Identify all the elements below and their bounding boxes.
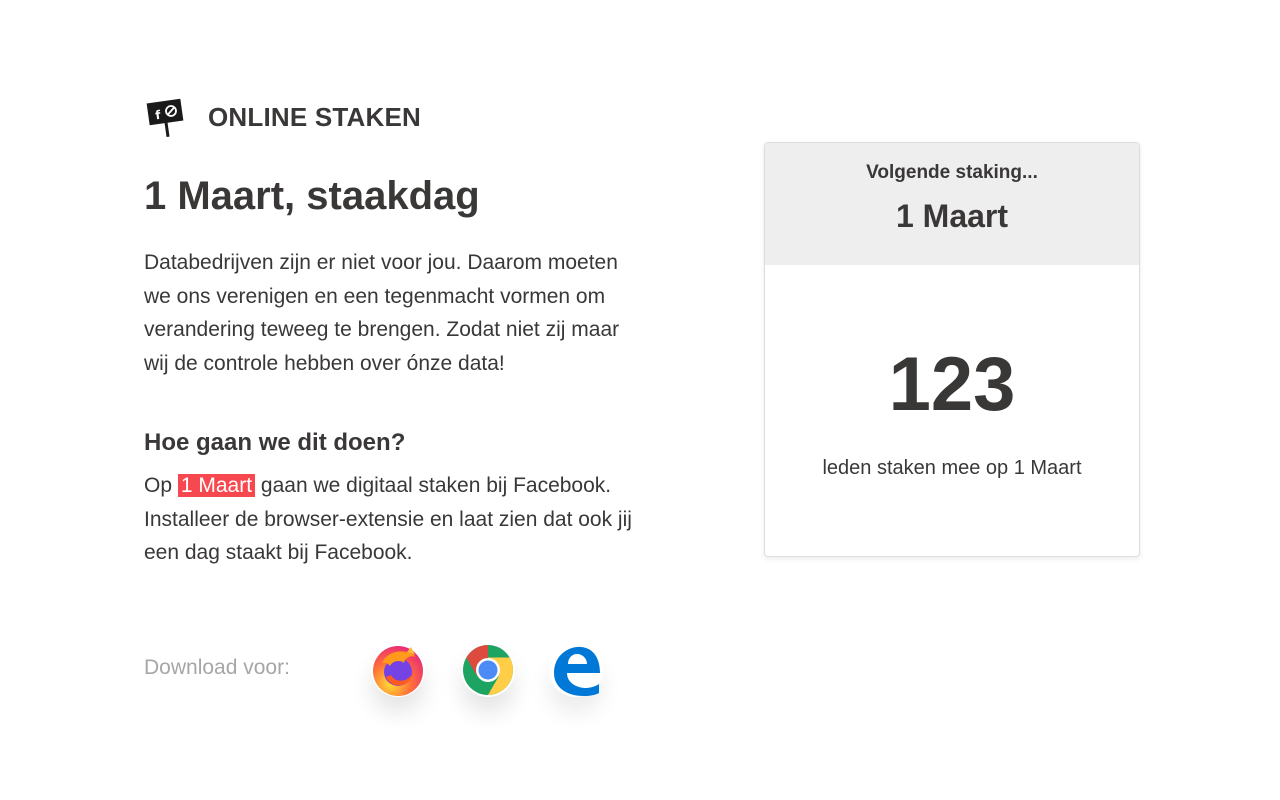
firefox-download-button[interactable] (371, 643, 425, 697)
edge-download-button[interactable] (549, 643, 603, 697)
chrome-icon (463, 645, 513, 695)
howto-heading: Hoe gaan we dit doen? (144, 429, 406, 456)
edge-icon (554, 646, 600, 696)
chrome-download-button[interactable] (461, 643, 515, 697)
download-label: Download voor: (144, 656, 290, 679)
firefox-icon (373, 646, 423, 696)
participant-count: 123 (888, 342, 1016, 427)
page-title: 1 Maart, staakdag (144, 174, 480, 218)
intro-paragraph: Databedrijven zijn er niet voor jou. Daa… (144, 251, 620, 375)
next-strike-label: Volgende staking... (866, 162, 1038, 183)
card-header: Volgende staking... 1 Maart (765, 143, 1139, 265)
participant-caption: leden staken mee op 1 Maart (822, 457, 1082, 479)
strike-sign-icon: f (146, 98, 184, 138)
browser-download-links (350, 626, 630, 736)
next-strike-date: 1 Maart (895, 198, 1009, 234)
brand-name: ONLINE STAKEN (208, 101, 422, 132)
highlight-date: 1 Maart (177, 474, 256, 497)
howto-paragraph: Op 1 Maart gaan we digitaal staken bij F… (144, 469, 644, 570)
howto-prefix: Op (144, 474, 173, 497)
next-strike-card: Volgende staking... 1 Maart 123 leden st… (764, 142, 1140, 557)
logo[interactable]: f ONLINE STAKEN (146, 96, 421, 138)
